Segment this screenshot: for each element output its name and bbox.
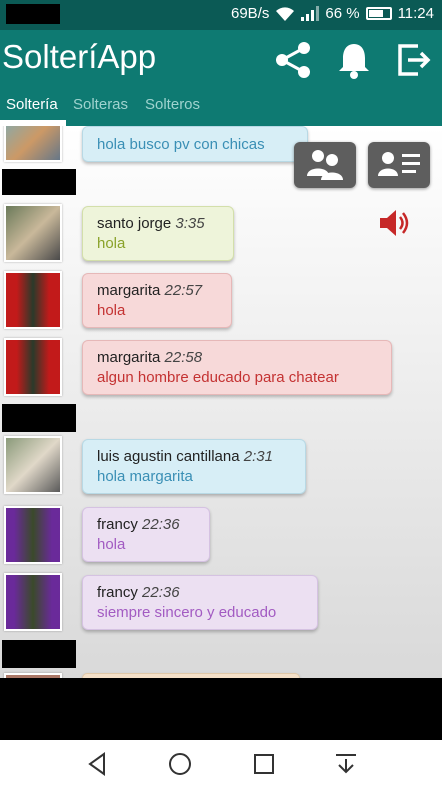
avatar[interactable] xyxy=(4,204,62,262)
chat-list[interactable]: hola busco pv con chicas santo jorge 3:3… xyxy=(0,126,442,678)
group-chat-button[interactable] xyxy=(294,142,356,188)
message-time: 3:35 xyxy=(175,215,205,232)
message-bubble: francy 22:36 hola xyxy=(82,507,210,562)
avatar[interactable] xyxy=(4,338,62,396)
status-bar: 69B/s 66 % 11:24 xyxy=(0,0,442,30)
tab-solteros[interactable]: Solteros xyxy=(145,96,200,113)
sender-name: luis agustin cantillana xyxy=(97,448,240,465)
sender-name: margarita xyxy=(97,349,161,366)
notifications-pull-icon[interactable] xyxy=(332,750,360,778)
message-time: 22:36 xyxy=(142,584,180,601)
battery-icon xyxy=(365,7,392,20)
status-redacted-area xyxy=(6,4,60,24)
sender-name: margarita xyxy=(97,282,161,299)
message-time: 22:58 xyxy=(164,349,203,366)
tab-solteras[interactable]: Solteras xyxy=(73,96,128,113)
message-time: 2:31 xyxy=(243,448,273,465)
message-text: hola xyxy=(97,302,126,319)
avatar[interactable] xyxy=(4,126,62,162)
status-right-group: 69B/s 66 % 11:24 xyxy=(231,5,434,22)
sender-name: francy xyxy=(97,584,138,601)
message-text: algun hombre educado para chatear xyxy=(97,369,339,386)
message-time: 22:57 xyxy=(164,282,203,299)
app-title: SolteríApp xyxy=(2,38,157,75)
message-text: siempre sincero y educado xyxy=(97,604,277,621)
battery-percent: 66 % xyxy=(325,5,360,22)
avatar[interactable] xyxy=(4,436,62,494)
avatar[interactable] xyxy=(4,271,62,329)
message-bubble: santo jorge 3:35 hola xyxy=(82,206,234,261)
contact-card-icon xyxy=(378,152,420,176)
sender-name: francy xyxy=(97,516,138,533)
message-text: hola margarita xyxy=(97,468,193,485)
group-icon xyxy=(307,150,343,180)
speaker-icon[interactable] xyxy=(378,208,412,238)
message-bubble: margarita 22:57 hola xyxy=(82,273,232,328)
avatar[interactable] xyxy=(4,673,62,678)
tab-solteria[interactable]: Soltería xyxy=(6,96,58,113)
app-bar: SolteríApp xyxy=(0,30,442,90)
exit-icon[interactable] xyxy=(394,40,434,80)
message-text: hola xyxy=(97,536,126,553)
redacted-name-bar xyxy=(2,169,76,195)
avatar[interactable] xyxy=(4,573,62,631)
home-icon[interactable] xyxy=(166,750,194,778)
sender-name: santo jorge xyxy=(97,215,172,232)
message-bubble xyxy=(82,673,300,678)
back-icon[interactable] xyxy=(84,750,112,778)
share-icon[interactable] xyxy=(274,40,314,80)
message-text: hola busco pv con chicas xyxy=(97,136,265,153)
avatar[interactable] xyxy=(4,506,62,564)
message-bubble: margarita 22:58 algun hombre educado par… xyxy=(82,340,392,395)
message-time: 22:36 xyxy=(142,516,180,533)
navigation-bar xyxy=(0,740,442,786)
message-text: hola xyxy=(97,235,126,252)
signal-icon xyxy=(301,5,320,21)
message-bubble: hola busco pv con chicas xyxy=(82,126,308,162)
message-bubble: luis agustin cantillana 2:31 hola margar… xyxy=(82,439,306,494)
recents-icon[interactable] xyxy=(250,750,278,778)
redacted-name-bar xyxy=(2,404,76,432)
wifi-icon xyxy=(276,6,295,21)
bell-icon[interactable] xyxy=(334,40,374,80)
tab-bar: Soltería Solteras Solteros xyxy=(0,90,442,126)
contacts-button[interactable] xyxy=(368,142,430,188)
network-speed: 69B/s xyxy=(231,5,270,22)
clock: 11:24 xyxy=(397,5,434,22)
redacted-name-bar xyxy=(2,640,76,668)
message-bubble: francy 22:36 siempre sincero y educado xyxy=(82,575,318,630)
